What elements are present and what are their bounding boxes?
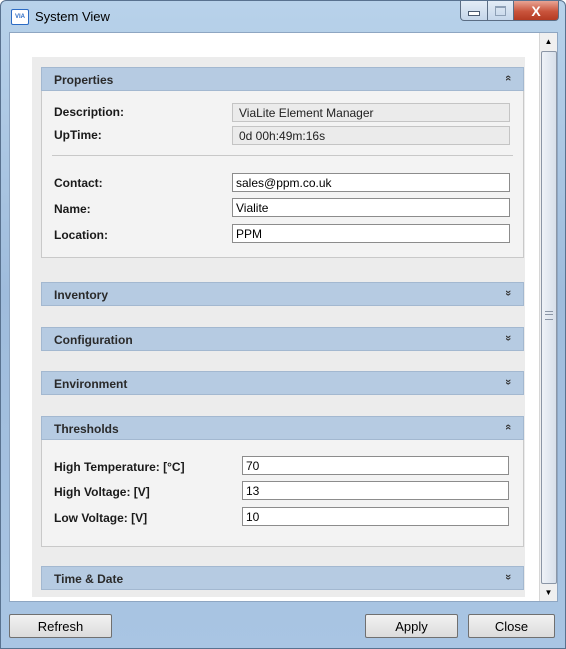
window-controls: X — [460, 1, 559, 21]
vertical-scrollbar[interactable]: ▲ ▼ — [539, 33, 557, 601]
thresholds-title: Thresholds — [54, 422, 119, 436]
properties-divider — [52, 155, 513, 156]
location-label: Location: — [54, 228, 108, 242]
high-temperature-field[interactable] — [242, 456, 509, 475]
high-voltage-label: High Voltage: [V] — [54, 485, 150, 499]
close-icon: X — [531, 2, 541, 19]
environment-header[interactable]: Environment » — [41, 371, 524, 395]
collapse-chevron-icon[interactable]: « — [502, 75, 514, 81]
properties-header[interactable]: Properties « — [41, 67, 524, 91]
description-label: Description: — [54, 105, 125, 119]
expand-chevron-icon[interactable]: » — [502, 574, 514, 580]
time-date-header[interactable]: Time & Date » — [41, 566, 524, 590]
thresholds-body: High Temperature: [°C] High Voltage: [V]… — [41, 440, 524, 547]
scroll-up-arrow-icon[interactable]: ▲ — [540, 33, 557, 50]
minimize-icon — [468, 11, 480, 16]
time-date-title: Time & Date — [54, 572, 124, 586]
properties-section: Properties « Description: ViaLite Elemen… — [41, 67, 524, 258]
environment-section: Environment » — [41, 371, 524, 395]
scroll-thumb[interactable] — [541, 51, 557, 584]
scroll-grip-icon — [545, 311, 553, 320]
inventory-title: Inventory — [54, 288, 109, 302]
inventory-section: Inventory » — [41, 282, 524, 306]
contact-label: Contact: — [54, 176, 103, 190]
configuration-title: Configuration — [54, 333, 133, 347]
time-date-section: Time & Date » — [41, 566, 524, 590]
maximize-button[interactable] — [488, 1, 514, 21]
configuration-header[interactable]: Configuration » — [41, 327, 524, 351]
sections-panel: Properties « Description: ViaLite Elemen… — [32, 57, 525, 597]
close-button[interactable]: Close — [468, 614, 555, 638]
vialite-app-icon: VIA — [11, 9, 29, 25]
name-field[interactable] — [232, 198, 510, 217]
scroll-down-arrow-icon[interactable]: ▼ — [540, 584, 557, 601]
contact-field[interactable] — [232, 173, 510, 192]
expand-chevron-icon[interactable]: » — [502, 290, 514, 296]
properties-body: Description: ViaLite Element Manager UpT… — [41, 91, 524, 258]
minimize-button[interactable] — [460, 1, 488, 21]
properties-title: Properties — [54, 73, 114, 87]
scroll-content: Properties « Description: ViaLite Elemen… — [10, 33, 538, 601]
refresh-button[interactable]: Refresh — [9, 614, 112, 638]
collapse-chevron-icon[interactable]: « — [502, 424, 514, 430]
system-view-window: VIA System View X Properties « Descripti… — [0, 0, 566, 649]
apply-button[interactable]: Apply — [365, 614, 458, 638]
uptime-label: UpTime: — [54, 128, 102, 142]
title-bar[interactable]: VIA System View X — [1, 1, 565, 33]
maximize-icon — [495, 5, 506, 16]
close-window-button[interactable]: X — [514, 1, 559, 21]
low-voltage-field[interactable] — [242, 507, 509, 526]
uptime-value: 0d 00h:49m:16s — [232, 126, 510, 145]
environment-title: Environment — [54, 377, 128, 391]
name-label: Name: — [54, 202, 91, 216]
client-area: Properties « Description: ViaLite Elemen… — [9, 32, 558, 602]
inventory-header[interactable]: Inventory » — [41, 282, 524, 306]
thresholds-section: Thresholds « High Temperature: [°C] High… — [41, 416, 524, 547]
description-value: ViaLite Element Manager — [232, 103, 510, 122]
expand-chevron-icon[interactable]: » — [502, 379, 514, 385]
window-title: System View — [35, 9, 110, 24]
high-voltage-field[interactable] — [242, 481, 509, 500]
high-temperature-label: High Temperature: [°C] — [54, 460, 185, 474]
configuration-section: Configuration » — [41, 327, 524, 351]
location-field[interactable] — [232, 224, 510, 243]
thresholds-header[interactable]: Thresholds « — [41, 416, 524, 440]
expand-chevron-icon[interactable]: » — [502, 335, 514, 341]
low-voltage-label: Low Voltage: [V] — [54, 511, 148, 525]
